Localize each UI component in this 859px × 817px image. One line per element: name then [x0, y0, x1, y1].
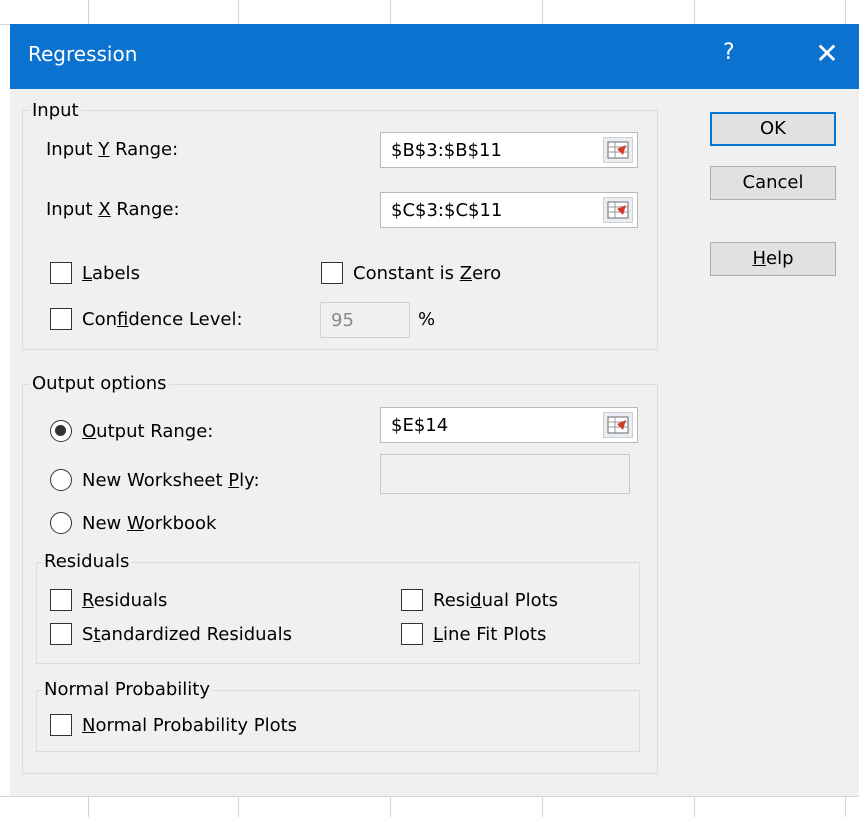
residual-plots-checkbox[interactable] — [401, 589, 423, 611]
output-range-value: $E$14 — [391, 415, 449, 436]
cancel-button[interactable]: Cancel — [710, 166, 836, 200]
input-x-range-value: $C$3:$C$11 — [391, 200, 503, 221]
residuals-legend: Residuals — [42, 551, 132, 573]
input-y-range-picker-button[interactable] — [603, 137, 633, 163]
normal-probability-plots-label[interactable]: Normal Probability Plots — [82, 715, 297, 737]
normal-probability-plots-checkbox[interactable] — [50, 714, 72, 736]
grid-line — [88, 0, 89, 24]
collapse-dialog-icon — [607, 201, 629, 219]
confidence-level-label[interactable]: Confidence Level: — [82, 309, 243, 331]
dialog-title: Regression — [28, 42, 138, 66]
input-x-range-label: Input X Range: — [46, 199, 180, 220]
residuals-label[interactable]: Residuals — [82, 590, 167, 612]
output-range-field[interactable]: $E$14 — [380, 407, 638, 443]
input-x-range-picker-button[interactable] — [603, 197, 633, 223]
grid-line — [238, 797, 239, 817]
help-button[interactable]: Help — [710, 242, 836, 276]
output-range-label[interactable]: Output Range: — [82, 421, 213, 443]
input-y-range-value: $B$3:$B$11 — [391, 140, 502, 161]
collapse-dialog-icon — [607, 416, 629, 434]
close-icon[interactable]: ✕ — [807, 34, 847, 74]
grid-line — [390, 797, 391, 817]
input-x-range-field[interactable]: $C$3:$C$11 — [380, 192, 638, 228]
input-y-range-field[interactable]: $B$3:$B$11 — [380, 132, 638, 168]
confidence-level-field[interactable]: 95 — [320, 302, 410, 338]
input-y-range-label: Input Y Range: — [46, 139, 179, 160]
grid-line — [845, 797, 846, 817]
grid-line — [238, 0, 239, 24]
line-fit-plots-label[interactable]: Line Fit Plots — [433, 624, 546, 646]
regression-dialog: Regression ? ✕ Input Input Y Range: $B$3… — [10, 24, 859, 796]
grid-line — [88, 797, 89, 817]
normal-probability-legend: Normal Probability — [42, 679, 212, 701]
confidence-level-value: 95 — [331, 310, 354, 331]
residuals-group — [36, 562, 640, 664]
spreadsheet-grid-top — [0, 0, 859, 25]
help-icon[interactable]: ? — [723, 40, 735, 65]
dialog-titlebar[interactable]: Regression ? ✕ — [10, 24, 859, 89]
residuals-checkbox[interactable] — [50, 589, 72, 611]
new-worksheet-ply-radio[interactable] — [50, 469, 72, 491]
standardized-residuals-checkbox[interactable] — [50, 623, 72, 645]
output-options-legend: Output options — [30, 373, 169, 395]
ok-button[interactable]: OK — [710, 112, 836, 146]
grid-line — [542, 797, 543, 817]
collapse-dialog-icon — [607, 141, 629, 159]
new-workbook-label[interactable]: New Workbook — [82, 513, 216, 535]
output-range-picker-button[interactable] — [603, 412, 633, 438]
constant-is-zero-label[interactable]: Constant is Zero — [353, 263, 501, 285]
standardized-residuals-label[interactable]: Standardized Residuals — [82, 624, 292, 646]
new-worksheet-ply-label[interactable]: New Worksheet Ply: — [82, 470, 260, 492]
input-group-legend: Input — [30, 100, 81, 122]
grid-line — [694, 797, 695, 817]
constant-is-zero-checkbox[interactable] — [321, 262, 343, 284]
labels-checkbox-label[interactable]: Labels — [82, 263, 140, 285]
grid-line — [694, 0, 695, 24]
new-worksheet-ply-field[interactable] — [380, 454, 630, 494]
output-range-radio[interactable] — [50, 420, 72, 442]
new-workbook-radio[interactable] — [50, 512, 72, 534]
grid-line — [845, 0, 846, 24]
grid-line — [542, 0, 543, 24]
line-fit-plots-checkbox[interactable] — [401, 623, 423, 645]
grid-line — [390, 0, 391, 24]
spreadsheet-grid-bottom — [0, 796, 859, 817]
residual-plots-label[interactable]: Residual Plots — [433, 590, 558, 612]
confidence-level-checkbox[interactable] — [50, 308, 72, 330]
labels-checkbox[interactable] — [50, 262, 72, 284]
confidence-level-unit: % — [418, 309, 436, 330]
